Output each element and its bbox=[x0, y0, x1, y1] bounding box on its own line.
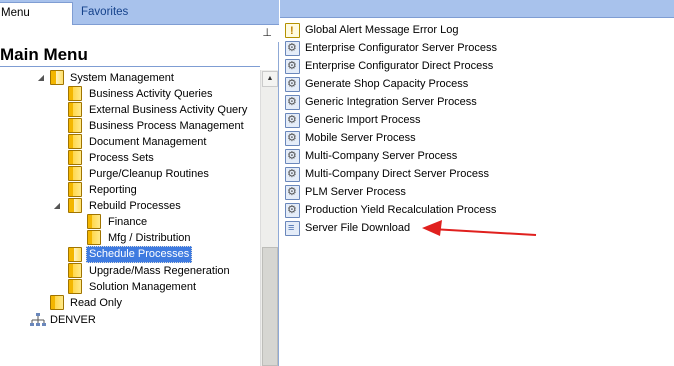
tree-node-label: Business Process Management bbox=[89, 120, 244, 132]
folder-icon bbox=[68, 166, 82, 181]
tree-node-label: Finance bbox=[108, 216, 148, 228]
tab-menu-groups[interactable]: Menu Groups bbox=[0, 2, 73, 40]
tree-node-label: Mfg / Distribution bbox=[108, 232, 191, 244]
tree-node-label: DENVER bbox=[50, 314, 96, 326]
folder-icon bbox=[50, 295, 64, 310]
folder-icon bbox=[68, 134, 82, 149]
folder-icon bbox=[68, 86, 82, 101]
menu-tree: ◢ System Management Business Activity Qu… bbox=[0, 70, 262, 366]
scroll-up-icon[interactable]: ▲ bbox=[262, 71, 278, 87]
main-menu-title: Main Menu bbox=[0, 45, 88, 64]
tree-node-label: Read Only bbox=[70, 297, 122, 309]
tree-node-label: Business Activity Queries bbox=[89, 88, 213, 100]
panel-tabs: Menu Groups Favorites bbox=[0, 0, 279, 40]
tree-node-label: Purge/Cleanup Routines bbox=[89, 168, 209, 180]
title-divider bbox=[0, 66, 260, 67]
tree-node-label: External Business Activity Query bbox=[89, 104, 248, 116]
folder-icon bbox=[68, 279, 82, 294]
tree-node-label: Upgrade/Mass Regeneration bbox=[89, 265, 230, 277]
tree-node-label: System Management bbox=[70, 72, 174, 84]
menu-groups-panel: Menu Groups Favorites ⊥ Main Menu ◢ Syst… bbox=[0, 0, 279, 366]
folder-open-icon bbox=[50, 70, 64, 85]
pin-icon[interactable]: ⊥ bbox=[262, 26, 272, 39]
pin-bar: ⊥ bbox=[0, 25, 279, 42]
folder-open-icon bbox=[68, 198, 82, 213]
folder-icon bbox=[87, 230, 101, 245]
collapse-icon[interactable]: ◢ bbox=[36, 73, 46, 83]
process-list-panel: Global Alert Message Error Log Enterpris… bbox=[280, 0, 674, 366]
annotation-arrow bbox=[422, 220, 537, 236]
folder-open-icon bbox=[68, 247, 82, 262]
folder-icon bbox=[68, 150, 82, 165]
tree-node-label: Document Management bbox=[89, 136, 207, 148]
folder-icon bbox=[68, 263, 82, 278]
tree-scrollbar[interactable]: ▲ bbox=[260, 70, 278, 366]
folder-icon bbox=[87, 214, 101, 229]
tree-node-label-selected: Schedule Processes bbox=[86, 246, 193, 263]
folder-icon bbox=[68, 118, 82, 133]
collapse-icon[interactable]: ◢ bbox=[52, 201, 62, 211]
tree-node-label: Reporting bbox=[89, 184, 137, 196]
server-network-icon bbox=[30, 313, 46, 326]
tree-node-label: Rebuild Processes bbox=[89, 200, 181, 212]
scrollbar-thumb[interactable] bbox=[262, 247, 278, 366]
tree-node-label: Process Sets bbox=[89, 152, 154, 164]
tree-node-label: Solution Management bbox=[89, 281, 197, 293]
tab-favorites[interactable]: Favorites bbox=[77, 2, 132, 25]
folder-icon bbox=[68, 182, 82, 197]
folder-icon bbox=[68, 102, 82, 117]
